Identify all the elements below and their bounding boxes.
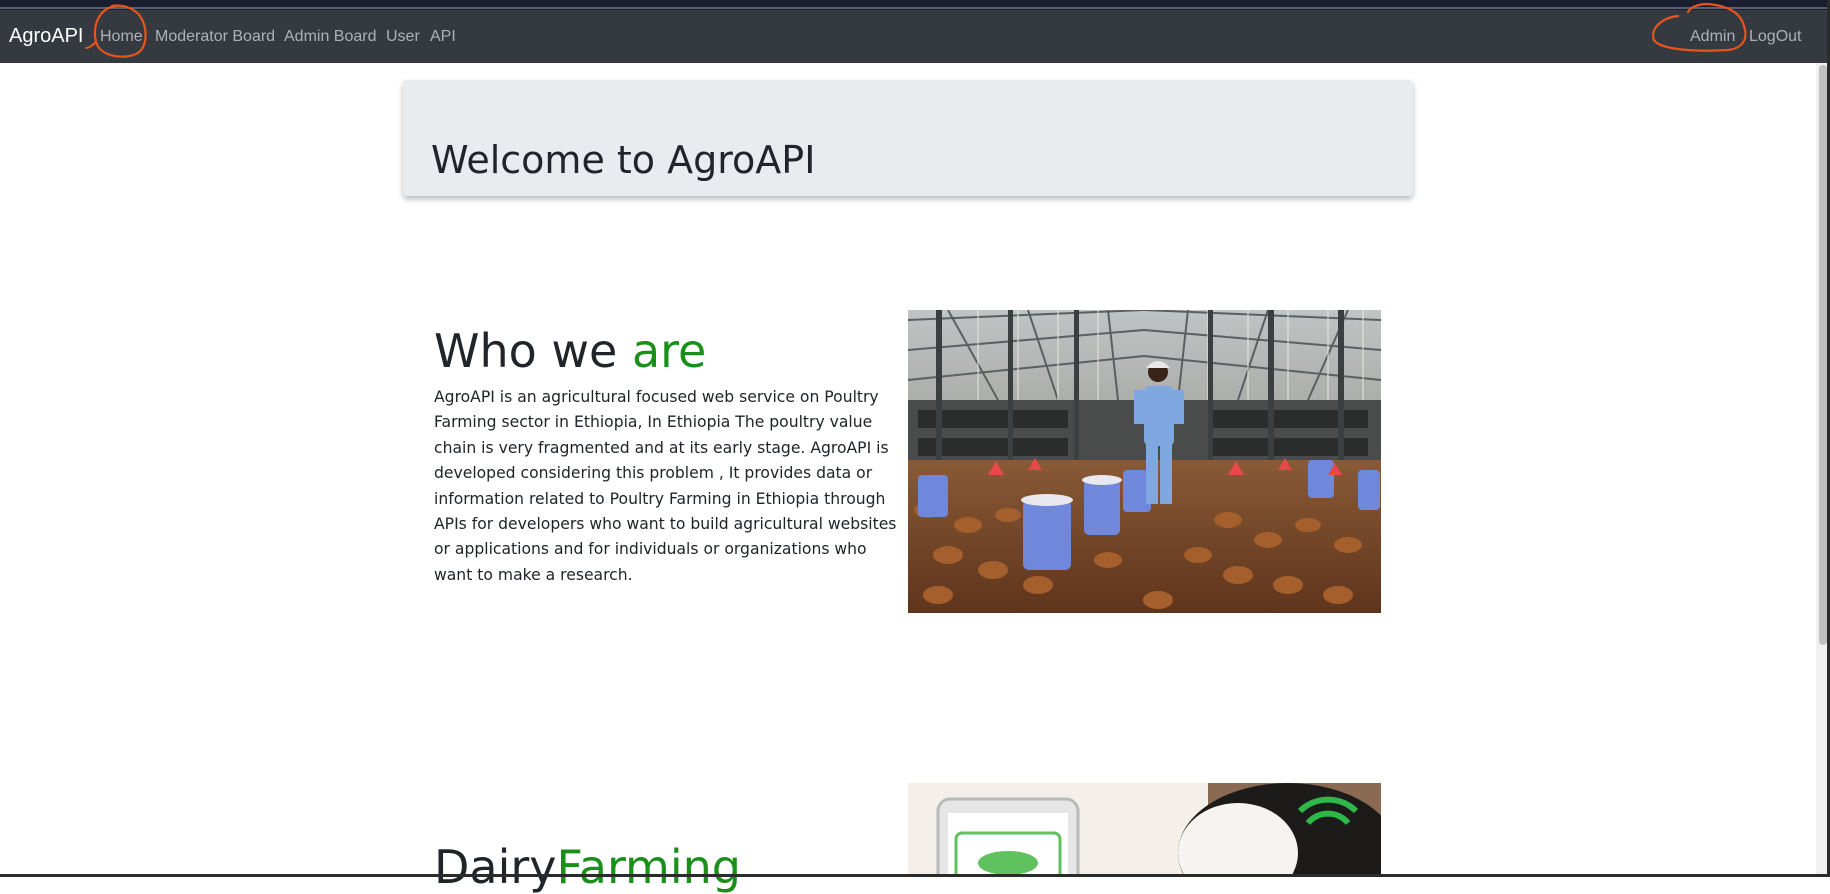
dairy-farming-heading: DairyFarming — [434, 840, 741, 894]
nav-admin-board[interactable]: Admin Board — [284, 28, 377, 46]
navbar: AgroAPI Home Moderator Board Admin Board… — [0, 10, 1830, 63]
dairy-farming-heading-accent: Farming — [556, 840, 742, 894]
nav-home[interactable]: Home — [100, 28, 143, 46]
who-we-are-heading-accent: are — [631, 324, 707, 378]
nav-logout[interactable]: LogOut — [1749, 28, 1801, 46]
nav-user[interactable]: User — [386, 28, 420, 46]
nav-moderator-board[interactable]: Moderator Board — [155, 28, 275, 46]
dairy-farming-heading-part1: Dairy — [434, 840, 557, 894]
who-we-are-heading-part1: Who we — [434, 324, 632, 378]
welcome-jumbotron: Welcome to AgroAPI — [403, 80, 1413, 196]
welcome-title: Welcome to AgroAPI — [431, 138, 816, 182]
nav-api[interactable]: API — [430, 28, 456, 46]
about-paragraph: AgroAPI is an agricultural focused web s… — [434, 388, 897, 584]
nav-profile-admin[interactable]: Admin — [1690, 28, 1735, 46]
window-top-strip — [0, 0, 1830, 10]
dairy-farming-image — [908, 783, 1381, 874]
poultry-farm-image — [908, 310, 1381, 613]
scrollbar-thumb[interactable] — [1819, 65, 1827, 645]
brand-link[interactable]: AgroAPI — [9, 25, 83, 48]
who-we-are-heading: Who we are — [434, 324, 706, 378]
